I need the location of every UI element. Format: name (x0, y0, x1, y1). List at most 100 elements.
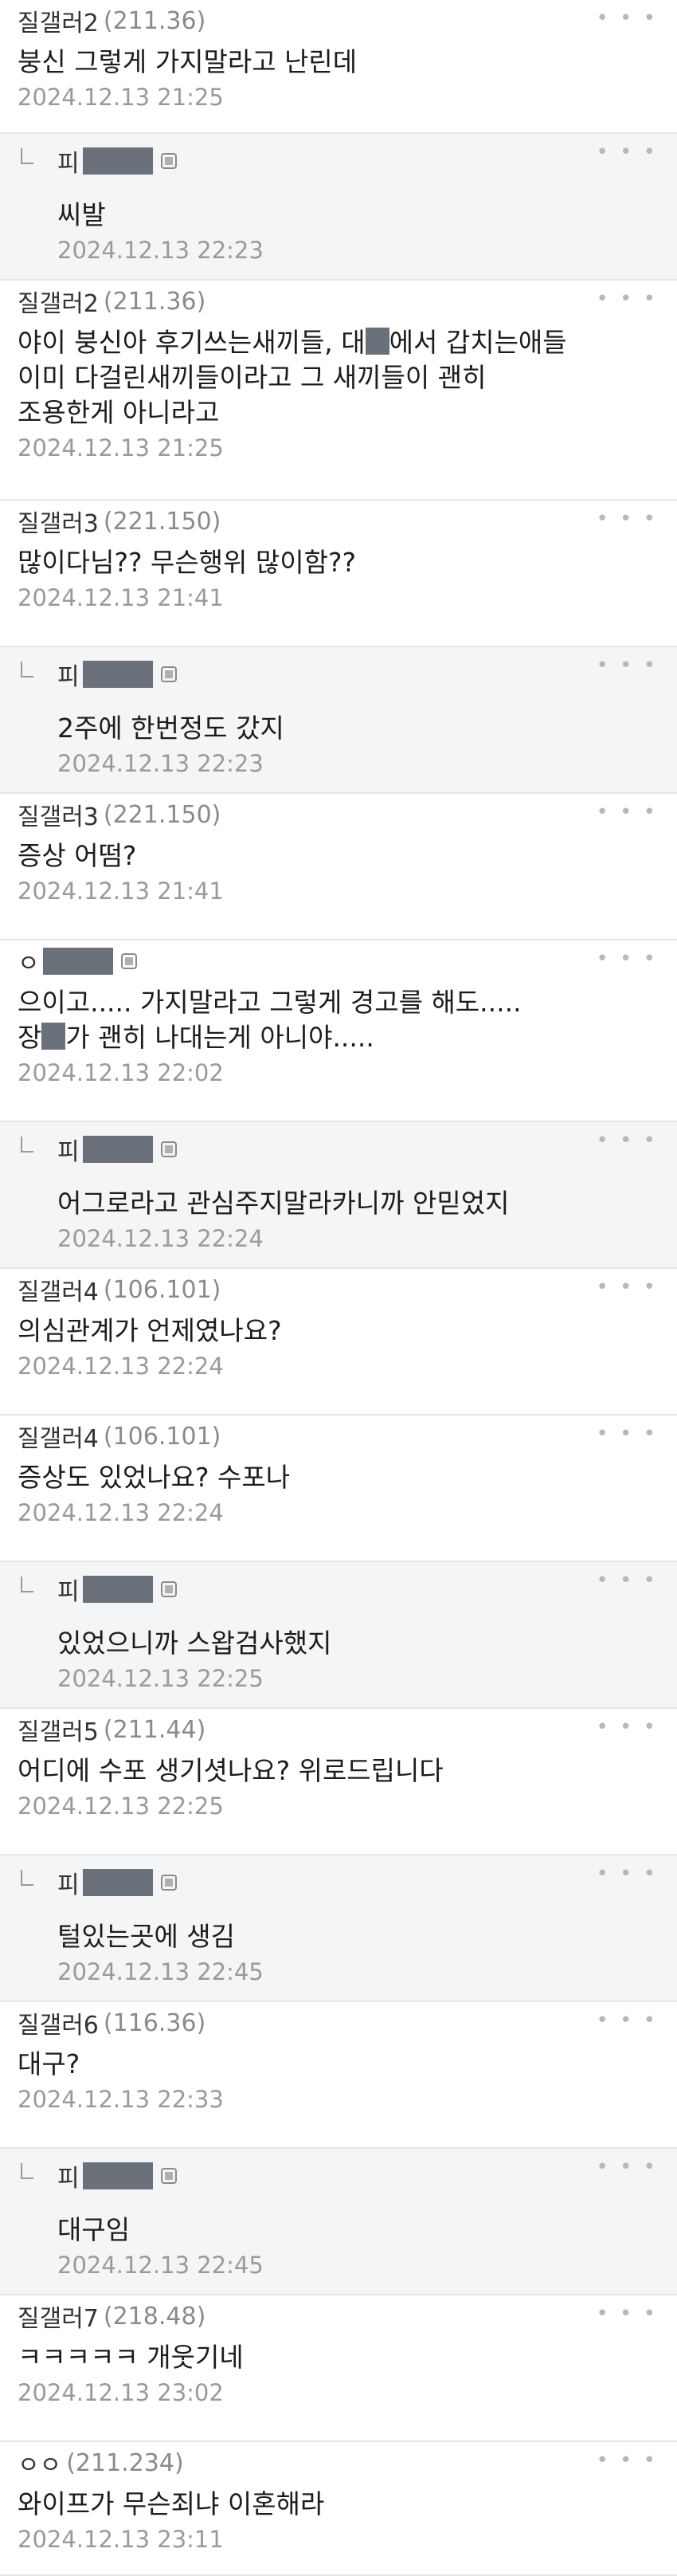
comment-item: 질갤러6 (116.36) 대구? 2024.12.13 22:33 • • • (0, 2002, 677, 2149)
comment-timestamp: 2024.12.13 21:25 (18, 84, 224, 111)
comment-timestamp: 2024.12.13 22:23 (57, 750, 264, 777)
comment-header: 질갤러7 (218.48) (18, 2299, 677, 2334)
comment-header: 질갤러3 (221.150) (18, 797, 677, 832)
nickname[interactable]: 피 (57, 1132, 80, 1167)
nickname[interactable]: 피 (57, 1572, 80, 1607)
more-options-icon[interactable]: • • • (596, 1569, 658, 1592)
redacted-nickname-mask (82, 661, 153, 688)
nickname[interactable]: 피 (57, 657, 80, 692)
comment-text: 대구임 (57, 2214, 131, 2245)
comment-timestamp: 2024.12.13 22:02 (18, 1059, 224, 1086)
more-options-icon[interactable]: • • • (596, 1715, 658, 1739)
comment-item: 질갤러3 (221.150) 많이다님?? 무슨행위 많이함?? 2024.12.13… (0, 501, 677, 647)
comment-header: 질갤러5 (211.44) (18, 1712, 677, 1747)
comment-text: 2주에 한번정도 갔지 (57, 713, 284, 744)
nickname[interactable]: 질갤러4 (18, 1272, 99, 1307)
comment-header: 피 (57, 657, 677, 692)
comment-timestamp: 2024.12.13 22:33 (18, 2086, 224, 2113)
ip-address: (211.234) (66, 2448, 184, 2477)
comment-header: 질갤러4 (106.101) (18, 1272, 677, 1307)
more-options-icon[interactable]: • • • (596, 2302, 658, 2326)
ip-address: (211.36) (103, 287, 206, 316)
comment-list: 질갤러2 (211.36) 붕신 그렇게 가지말라고 난린데 2024.12.13 2… (0, 0, 677, 2576)
redacted-nickname-mask (82, 1869, 153, 1896)
more-options-icon[interactable]: • • • (596, 1422, 658, 1446)
reply-arrow-icon (21, 1577, 33, 1592)
comment-text: 야이 붕신아 후기쓰는새끼들, 대 에서 갑치는애들 이미 다걸린새끼들이라고 그… (18, 327, 567, 428)
more-options-icon[interactable]: • • • (596, 1862, 658, 1886)
comment-item: 질갤러5 (211.44) 어디에 수포 생기셧나요? 위로드립니다 2024.12.… (0, 1709, 677, 1855)
more-options-icon[interactable]: • • • (596, 800, 658, 824)
nickname[interactable]: 질갤러3 (18, 504, 99, 539)
comment-header: 질갤러3 (221.150) (18, 504, 677, 539)
comment-header: 질갤러4 (106.101) (18, 1419, 677, 1454)
nickname[interactable]: 질갤러5 (18, 1712, 99, 1747)
comment-header: 피 (57, 1572, 677, 1607)
comment-text: 털있는곳에 생김 (57, 1921, 236, 1952)
nickname[interactable]: 질갤러2 (18, 284, 99, 319)
comment-timestamp: 2024.12.13 22:24 (57, 1225, 264, 1252)
redacted-text-mask (41, 1023, 66, 1050)
comment-timestamp: 2024.12.13 23:11 (18, 2526, 224, 2553)
more-options-icon[interactable]: • • • (596, 2009, 658, 2032)
nickname[interactable]: 질갤러7 (18, 2299, 99, 2334)
nickname[interactable]: 질갤러2 (18, 3, 99, 38)
nickname[interactable]: 피 (57, 1865, 80, 1900)
comment-item: ㅇ 으이고..... 가지말라고 그렇게 경고를 해도..... 장가 괜히 나대… (0, 940, 677, 1122)
reply-item: 피 2주에 한번정도 갔지 2024.12.13 22:23 • • • (0, 647, 677, 794)
more-options-icon[interactable]: • • • (596, 1275, 658, 1299)
comment-header: 질갤러2 (211.36) (18, 284, 677, 319)
comment-timestamp: 2024.12.13 21:41 (18, 878, 224, 905)
nickname[interactable]: 질갤러3 (18, 797, 99, 832)
more-options-icon[interactable]: • • • (596, 287, 658, 311)
ip-address: (211.44) (103, 1715, 206, 1744)
comment-timestamp: 2024.12.13 22:45 (57, 2252, 264, 2279)
comment-text: 증상도 있었나요? 수포나 (18, 1462, 291, 1493)
comment-text: 붕신 그렇게 가지말라고 난린데 (18, 46, 358, 77)
more-options-icon[interactable]: • • • (596, 2155, 658, 2179)
member-badge-icon (160, 1141, 177, 1157)
reply-arrow-icon (21, 1870, 33, 1886)
more-options-icon[interactable]: • • • (596, 2448, 658, 2472)
comment-item: 질갤러7 (218.48) ㅋㅋㅋㅋㅋ 개웃기네 2024.12.13 23:02 • … (0, 2295, 677, 2442)
reply-item: 피털있는곳에 생김 2024.12.13 22:45 • • • (0, 1855, 677, 2002)
comment-header: ㅇㅇ (211.234) (18, 2445, 677, 2480)
nickname[interactable]: 질갤러6 (18, 2005, 99, 2040)
ip-address: (221.150) (103, 507, 221, 536)
nickname[interactable]: ㅇㅇ (18, 2445, 61, 2480)
member-badge-icon (160, 1875, 177, 1891)
more-options-icon[interactable]: • • • (596, 654, 658, 677)
comment-timestamp: 2024.12.13 22:45 (57, 1958, 264, 1985)
comment-text: 많이다님?? 무슨행위 많이함?? (18, 547, 357, 578)
ip-address: (221.150) (103, 800, 221, 829)
reply-arrow-icon (21, 1137, 33, 1153)
reply-item: 피 씨발 2024.12.13 22:23 • • • (0, 134, 677, 281)
comment-text: 와이프가 무슨죄냐 이혼해라 (18, 2488, 325, 2519)
more-options-icon[interactable]: • • • (596, 507, 658, 531)
redacted-nickname-mask (82, 2162, 153, 2189)
redacted-nickname-mask (82, 1136, 153, 1163)
comment-text: 어그로라고 관심주지말라카니까 안믿었지 (57, 1188, 510, 1219)
reply-arrow-icon (21, 2163, 33, 2179)
comment-header: 피 (57, 1132, 677, 1167)
comment-text: 있었으니까 스왑검사했지 (57, 1628, 332, 1659)
comment-item: 질갤러2 (211.36) 붕신 그렇게 가지말라고 난린데 2024.12.13 2… (0, 0, 677, 134)
nickname[interactable]: 피 (57, 143, 80, 179)
comment-text: 으이고..... 가지말라고 그렇게 경고를 해도..... 장가 괜히 나대는… (18, 987, 522, 1053)
redacted-text-mask (365, 328, 389, 355)
comment-header: 피 (57, 143, 677, 179)
more-options-icon[interactable]: • • • (596, 6, 658, 30)
ip-address: (106.101) (103, 1422, 221, 1451)
more-options-icon[interactable]: • • • (596, 140, 658, 164)
nickname[interactable]: 질갤러4 (18, 1419, 99, 1454)
comment-header: 피 (57, 2158, 677, 2193)
nickname[interactable]: ㅇ (18, 944, 40, 979)
nickname[interactable]: 피 (57, 2158, 80, 2193)
more-options-icon[interactable]: • • • (596, 1129, 658, 1153)
comment-item: 질갤러3 (221.150) 증상 어떰? 2024.12.13 21:41 • • • (0, 794, 677, 940)
comment-header: 질갤러2 (211.36) (18, 3, 677, 38)
comment-timestamp: 2024.12.13 22:24 (18, 1499, 224, 1526)
comment-timestamp: 2024.12.13 22:24 (18, 1353, 224, 1380)
more-options-icon[interactable]: • • • (596, 947, 658, 971)
comment-text: 의심관계가 언제였나요? (18, 1315, 282, 1346)
